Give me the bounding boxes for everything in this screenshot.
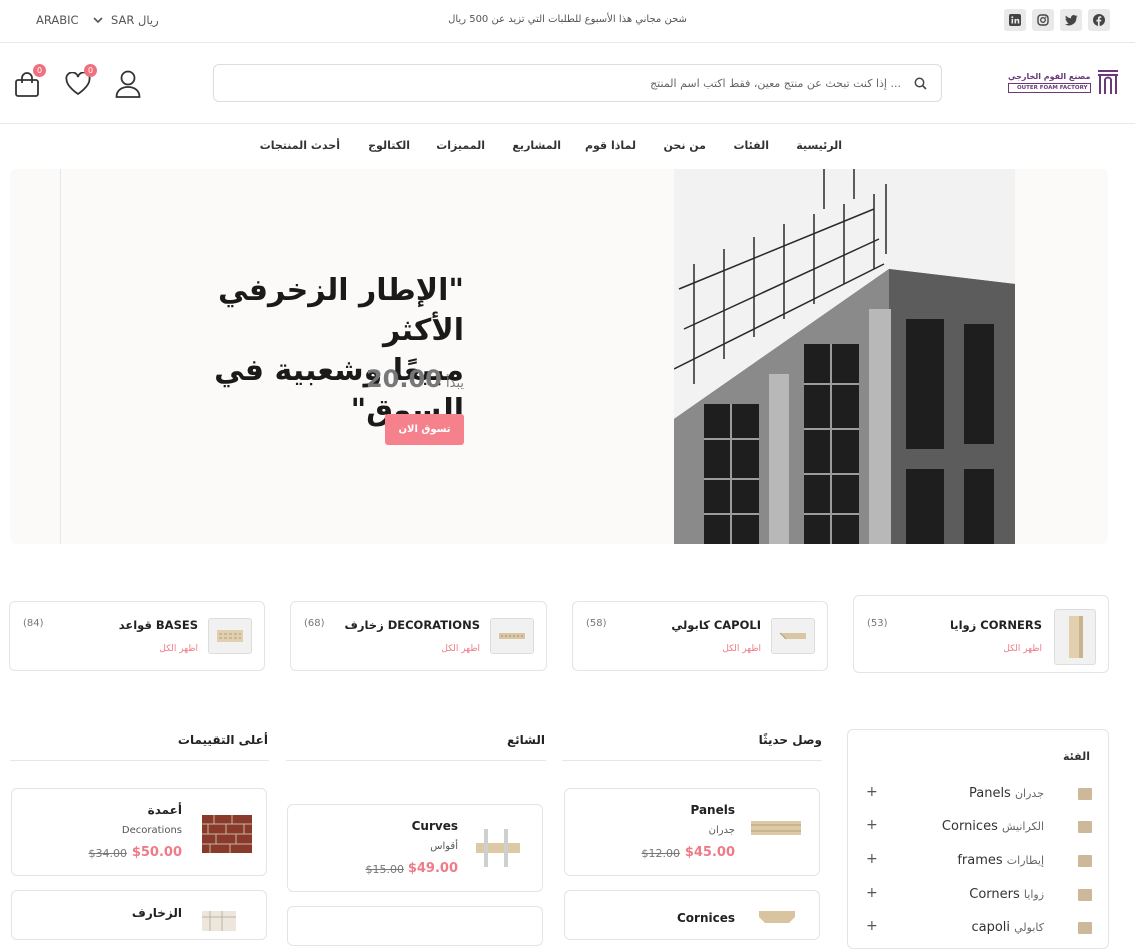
nav-home[interactable]: الرئيسية [796,139,842,152]
nav-catalog[interactable]: الكتالوج [368,139,410,152]
product-category: Decorations [121,825,182,836]
category-filter-panel: الفئة + Panels جدران + Cornices الكرانيش… [847,729,1109,949]
search-icon[interactable] [914,77,927,90]
section-title-new: وصل حديثًا [758,733,822,747]
product-price: $45.00 [684,845,735,860]
old-price: $34.00 [88,847,128,860]
divider [60,169,61,544]
filter-item[interactable]: + frames إيطارات [848,851,1110,871]
facebook-icon[interactable] [1088,9,1110,31]
language-select[interactable]: ARABIC [36,13,79,27]
product-title[interactable]: الزخارف [132,906,182,920]
cart-count-badge: 0 [33,64,46,77]
expand-icon[interactable]: + [866,918,878,934]
product-card[interactable]: Cornices [564,890,820,940]
category-thumb [1054,609,1096,665]
product-title[interactable]: أعمدة [148,803,182,817]
nav-features[interactable]: المميزات [436,139,485,152]
category-icon [1078,889,1092,901]
logo-mark-icon [1097,70,1118,94]
chevron-down-icon [93,16,103,23]
divider [286,760,546,761]
nav-latest-products[interactable]: أحدث المنتجات [260,139,340,152]
hero-title: "الإطار الزخرفي الأكثر مبيعًا وشعبية في … [214,273,464,428]
instagram-icon[interactable] [1032,9,1054,31]
expand-icon[interactable]: + [866,885,878,901]
product-title[interactable]: Cornices [677,911,735,925]
product-image [749,907,805,951]
category-card[interactable]: قواعد BASES اظهر الكل (84) [9,601,265,671]
divider [562,760,822,761]
shipping-message: شحن مجاني هذا الأسبوع للطلبات التي تزيد … [448,14,687,25]
top-bar: شحن مجاني هذا الأسبوع للطلبات التي تزيد … [0,0,1135,43]
product-image [749,813,805,857]
product-image [472,825,528,869]
logo[interactable]: مصنع الفوم الخارجي OUTER FOAM FACTORY [1008,69,1119,95]
category-icon [1078,855,1092,867]
hero-banner: "الإطار الزخرفي الأكثر مبيعًا وشعبية في … [10,169,1108,544]
account-button[interactable] [115,70,141,102]
old-price: $12.00 [641,847,681,860]
product-image [196,907,252,931]
product-card[interactable]: الزخارف [11,890,267,940]
nav-about[interactable]: من نحن [664,139,707,152]
product-price: $50.00 [131,845,182,860]
linkedin-icon[interactable] [1004,9,1026,31]
divider [10,760,269,761]
filter-item[interactable]: + capoli كابولي [848,918,1110,938]
product-card[interactable] [287,906,543,946]
product-card[interactable]: أعمدة Decorations $34.00 $50.00 [11,788,267,876]
social-links [1004,9,1110,31]
show-all-link[interactable]: اظهر الكل [159,644,198,654]
product-title[interactable]: Panels [690,803,735,817]
section-title-popular: الشائع [506,733,545,747]
currency-select[interactable]: SAR ريال [93,13,159,27]
category-card[interactable]: زخارف DECORATIONS اظهر الكل (68) [290,601,547,671]
category-thumb [208,618,252,654]
expand-icon[interactable]: + [866,817,878,833]
product-price: $49.00 [407,861,458,876]
hero-price: يبدأ 20.00 [365,365,464,393]
product-category: جدران [708,825,735,836]
old-price: $15.00 [365,863,405,876]
twitter-icon[interactable] [1060,9,1082,31]
category-thumb [490,618,534,654]
user-icon [115,70,141,98]
search-input[interactable]: إذا كنت تبحث عن منتج معين، فقط اكتب اسم … [213,64,942,102]
category-icon [1078,922,1092,934]
product-image [202,815,252,853]
show-all-link[interactable]: اظهر الكل [441,644,480,654]
product-category: أقواس [430,841,458,852]
expand-icon[interactable]: + [866,784,878,800]
hero-building-image [674,169,1015,544]
product-card[interactable]: Panels جدران $12.00 $45.00 [564,788,820,876]
nav-projects[interactable]: المشاريع [512,139,561,152]
nav-categories[interactable]: الفئات [734,139,770,152]
wishlist-count-badge: 0 [84,64,97,77]
header: مصنع الفوم الخارجي OUTER FOAM FACTORY إذ… [0,43,1135,124]
shop-now-button[interactable]: تسوق الان [385,414,464,445]
show-all-link[interactable]: اظهر الكل [722,644,761,654]
filter-item[interactable]: + Corners زوايا [848,885,1110,905]
wishlist-button[interactable]: 0 [65,64,97,100]
section-title-top-rated: أعلى التقييمات [177,733,268,747]
category-card[interactable]: كابولي CAPOLI اظهر الكل (58) [572,601,828,671]
category-icon [1078,821,1092,833]
main-nav: الرئيسية الفئات من نحن لماذا قوم المشاري… [0,124,1135,169]
category-card[interactable]: زوايا CORNERS اظهر الكل (53) [853,595,1109,673]
category-thumb [771,618,815,654]
show-all-link[interactable]: اظهر الكل [1003,644,1042,654]
filter-item[interactable]: + Cornices الكرانيش [848,817,1110,837]
category-icon [1078,788,1092,800]
filter-title: الفئة [1063,750,1090,763]
cart-button[interactable]: 0 [14,64,46,102]
product-title[interactable]: Curves [412,819,458,833]
expand-icon[interactable]: + [866,851,878,867]
nav-why-us[interactable]: لماذا قوم [585,139,636,152]
product-card[interactable]: Curves أقواس $15.00 $49.00 [287,804,543,892]
filter-item[interactable]: + Panels جدران [848,784,1110,804]
